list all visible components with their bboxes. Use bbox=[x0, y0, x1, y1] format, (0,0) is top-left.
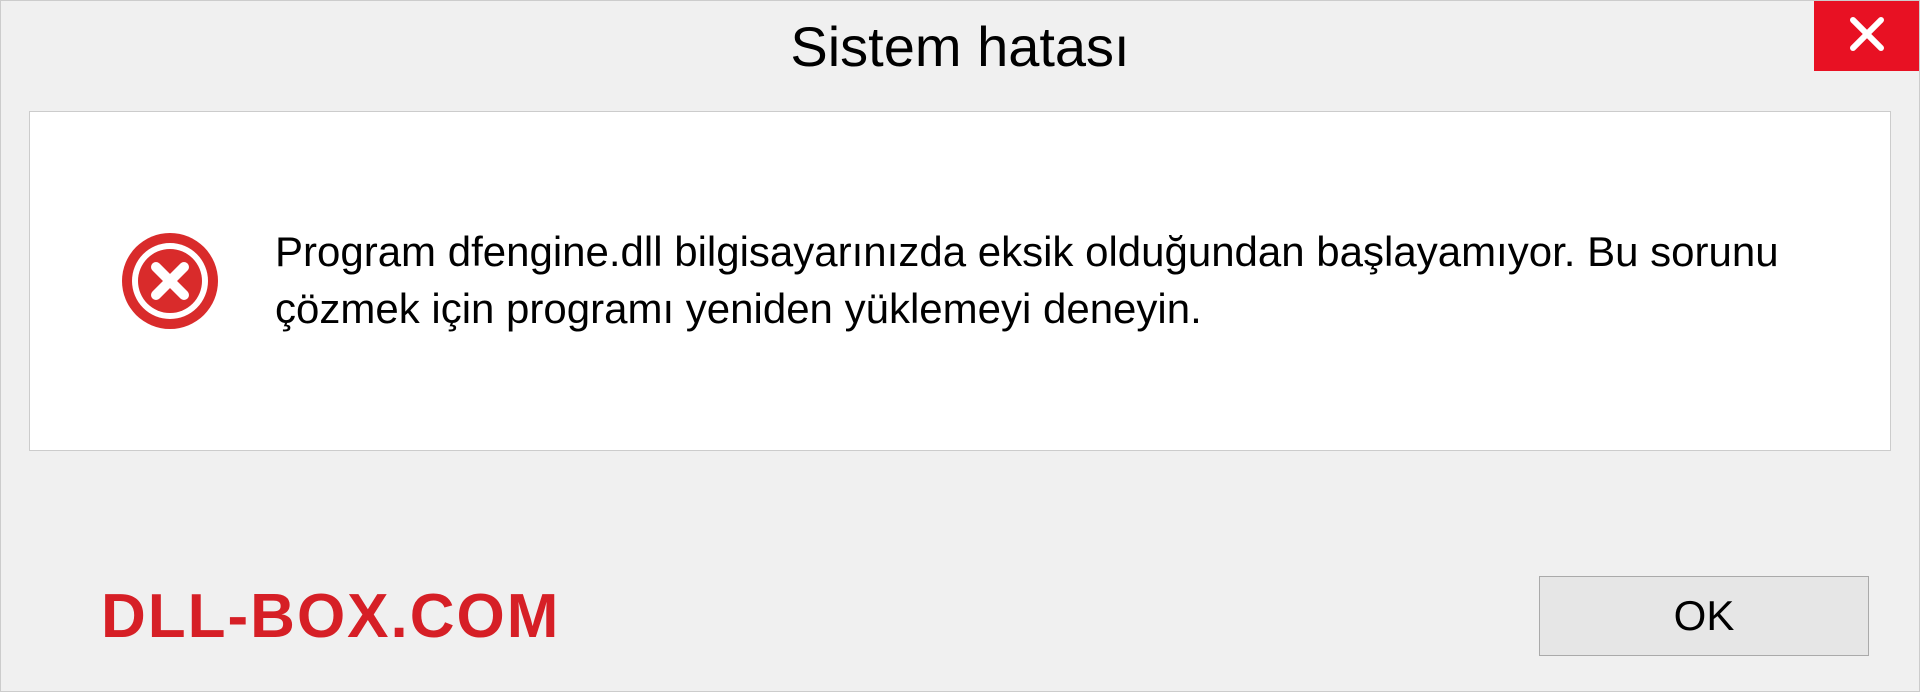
titlebar: Sistem hatası bbox=[1, 1, 1919, 91]
error-icon bbox=[120, 231, 220, 331]
ok-button[interactable]: OK bbox=[1539, 576, 1869, 656]
close-button[interactable] bbox=[1814, 1, 1919, 71]
dialog-title: Sistem hatası bbox=[790, 14, 1129, 79]
watermark-text: DLL-BOX.COM bbox=[101, 581, 560, 652]
content-area: Program dfengine.dll bilgisayarınızda ek… bbox=[29, 111, 1891, 451]
footer: DLL-BOX.COM OK bbox=[1, 576, 1919, 656]
close-icon bbox=[1847, 14, 1887, 59]
error-dialog: Sistem hatası Program dfengine.dll bilgi… bbox=[0, 0, 1920, 692]
error-message: Program dfengine.dll bilgisayarınızda ek… bbox=[275, 224, 1840, 337]
